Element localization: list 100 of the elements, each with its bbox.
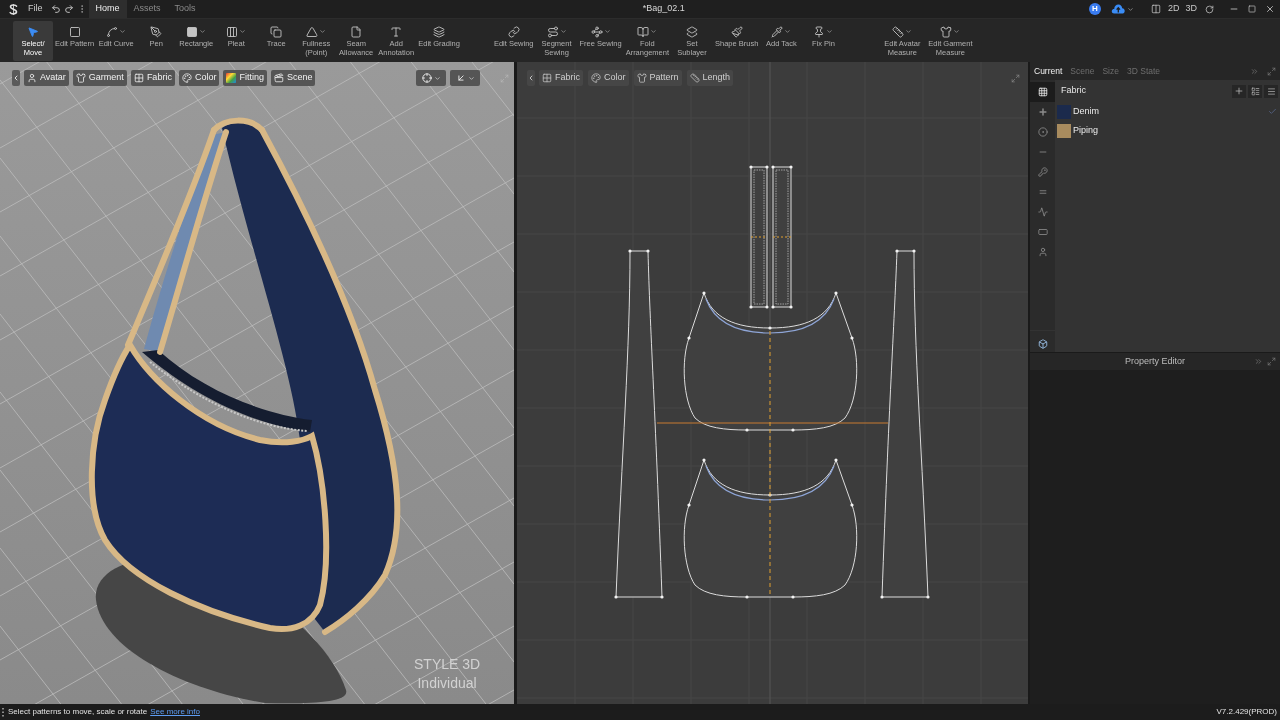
redo-icon[interactable] bbox=[63, 4, 74, 14]
expand-icon[interactable] bbox=[1267, 357, 1276, 366]
panel-title: Property Editor bbox=[1125, 354, 1185, 368]
undo-icon[interactable] bbox=[50, 4, 61, 14]
shirt-icon bbox=[75, 73, 86, 83]
shirt-icon bbox=[636, 73, 647, 83]
viewport-button[interactable]: Garment bbox=[72, 70, 127, 86]
collapse-button[interactable] bbox=[12, 70, 20, 86]
edition-label: STYLE 3D Individual bbox=[414, 655, 481, 693]
viewport-button[interactable]: Fitting bbox=[223, 70, 267, 86]
caret-icon[interactable] bbox=[1126, 5, 1134, 13]
front-panel-pattern[interactable] bbox=[683, 458, 858, 599]
panel-tab[interactable]: Current bbox=[1034, 64, 1063, 78]
layers-icon bbox=[433, 25, 446, 38]
brush-icon bbox=[730, 25, 743, 38]
file-menu[interactable]: File bbox=[28, 2, 43, 16]
collapse-icon[interactable] bbox=[1250, 66, 1259, 76]
collapse-icon[interactable] bbox=[1254, 357, 1263, 366]
strap-pattern[interactable] bbox=[749, 165, 769, 309]
maximize-icon[interactable] bbox=[1248, 5, 1256, 13]
waypoints-icon bbox=[590, 25, 603, 38]
ruler-icon bbox=[689, 73, 700, 83]
viewport-button[interactable]: Length bbox=[686, 70, 734, 86]
chevron-left-icon bbox=[527, 74, 535, 82]
viewport-button[interactable]: Fabric bbox=[539, 70, 583, 86]
shirt-icon bbox=[940, 25, 953, 38]
palette-icon bbox=[181, 73, 192, 83]
add-button[interactable] bbox=[1232, 84, 1246, 98]
front-panel-pattern[interactable] bbox=[683, 291, 858, 432]
double-line-icon bbox=[1037, 187, 1048, 197]
dropdown-button[interactable] bbox=[450, 70, 480, 86]
refresh-icon[interactable] bbox=[1205, 4, 1214, 14]
viewport-2d[interactable]: Fabric Color Pattern Length bbox=[517, 62, 1028, 704]
columns-icon bbox=[226, 25, 239, 38]
handbag-drawing[interactable] bbox=[88, 117, 401, 704]
caret-icon bbox=[433, 74, 441, 82]
menu-button[interactable] bbox=[1264, 84, 1278, 98]
fabric-name: Denim bbox=[1073, 104, 1099, 118]
list-view-button[interactable] bbox=[1248, 84, 1262, 98]
person-icon bbox=[1037, 247, 1048, 257]
viewport-button[interactable]: Scene bbox=[270, 70, 316, 86]
fabric-list-item[interactable]: Piping bbox=[1055, 121, 1280, 140]
split-view-icon[interactable] bbox=[1150, 4, 1161, 14]
close-icon[interactable] bbox=[1265, 4, 1275, 14]
viewport-button[interactable]: Color bbox=[178, 70, 220, 86]
rectangle-icon bbox=[186, 25, 199, 38]
status-message: Select patterns to move, scale or rotate bbox=[8, 706, 148, 718]
fabric-list-item[interactable]: Denim bbox=[1055, 102, 1280, 121]
cross-icon bbox=[1037, 107, 1048, 117]
pipette-icon bbox=[771, 25, 784, 38]
cloud-upload-icon[interactable] bbox=[1110, 4, 1125, 14]
viewport-button[interactable]: Fabric bbox=[130, 70, 175, 86]
menu-tab[interactable]: Tools bbox=[167, 0, 203, 18]
pointer-icon bbox=[27, 25, 39, 38]
viewport-button[interactable]: Color bbox=[588, 70, 629, 86]
triangle-icon bbox=[306, 25, 319, 38]
expand-icon[interactable] bbox=[1011, 73, 1020, 83]
page-icon bbox=[350, 25, 363, 38]
document-title: *Bag_02.1 bbox=[641, 2, 685, 16]
menu-tab[interactable]: Home bbox=[88, 0, 127, 18]
logo-icon bbox=[9, 3, 18, 15]
book-icon bbox=[637, 25, 650, 38]
list-icon bbox=[1250, 86, 1260, 96]
copy-icon bbox=[270, 25, 283, 38]
cube-icon[interactable] bbox=[1037, 339, 1048, 349]
collapse-button[interactable] bbox=[527, 70, 535, 86]
frame-icon bbox=[68, 25, 81, 38]
rectangle-icon bbox=[1037, 227, 1048, 237]
arrow-icon bbox=[455, 73, 466, 83]
side-panel-pattern[interactable] bbox=[880, 249, 930, 599]
menu-tab[interactable]: Assets bbox=[126, 0, 168, 18]
library-title: Fabric bbox=[1061, 84, 1086, 98]
view-mode-button[interactable]: 3D bbox=[1183, 2, 1199, 16]
clapperboard-icon bbox=[273, 73, 284, 83]
checker-icon bbox=[1037, 87, 1048, 97]
grid-icon bbox=[542, 73, 552, 83]
link-icon bbox=[507, 25, 520, 38]
circle-icon bbox=[1037, 127, 1048, 137]
viewport-button[interactable]: Pattern bbox=[633, 70, 682, 86]
account-avatar[interactable]: H bbox=[1088, 3, 1101, 15]
chevron-left-icon bbox=[12, 74, 20, 82]
view-mode-button[interactable]: 2D bbox=[1165, 2, 1182, 16]
viewport-3d[interactable]: Avatar Garment Fabric Color Fitting Scene STYLE 3D Individual bbox=[0, 62, 514, 704]
stacked-layers-icon bbox=[686, 25, 698, 38]
strap-pattern[interactable] bbox=[771, 165, 793, 309]
ruler-icon bbox=[892, 25, 905, 38]
route-icon bbox=[546, 25, 559, 38]
viewport-button[interactable]: Avatar bbox=[24, 70, 69, 86]
expand-icon[interactable] bbox=[1267, 66, 1276, 76]
text-icon bbox=[390, 25, 403, 38]
plus-icon bbox=[1234, 86, 1244, 96]
category-tab[interactable] bbox=[1030, 82, 1055, 102]
version-label: V7.2.429(PROD) bbox=[1216, 706, 1277, 718]
palette-icon bbox=[591, 73, 601, 83]
gradient-swatch-icon bbox=[226, 73, 237, 83]
more-info-link[interactable]: See more info bbox=[150, 706, 200, 718]
caret-icon bbox=[467, 74, 475, 82]
curve-icon bbox=[106, 25, 119, 38]
dropdown-button[interactable] bbox=[416, 70, 446, 86]
side-panel-pattern[interactable] bbox=[614, 249, 664, 599]
